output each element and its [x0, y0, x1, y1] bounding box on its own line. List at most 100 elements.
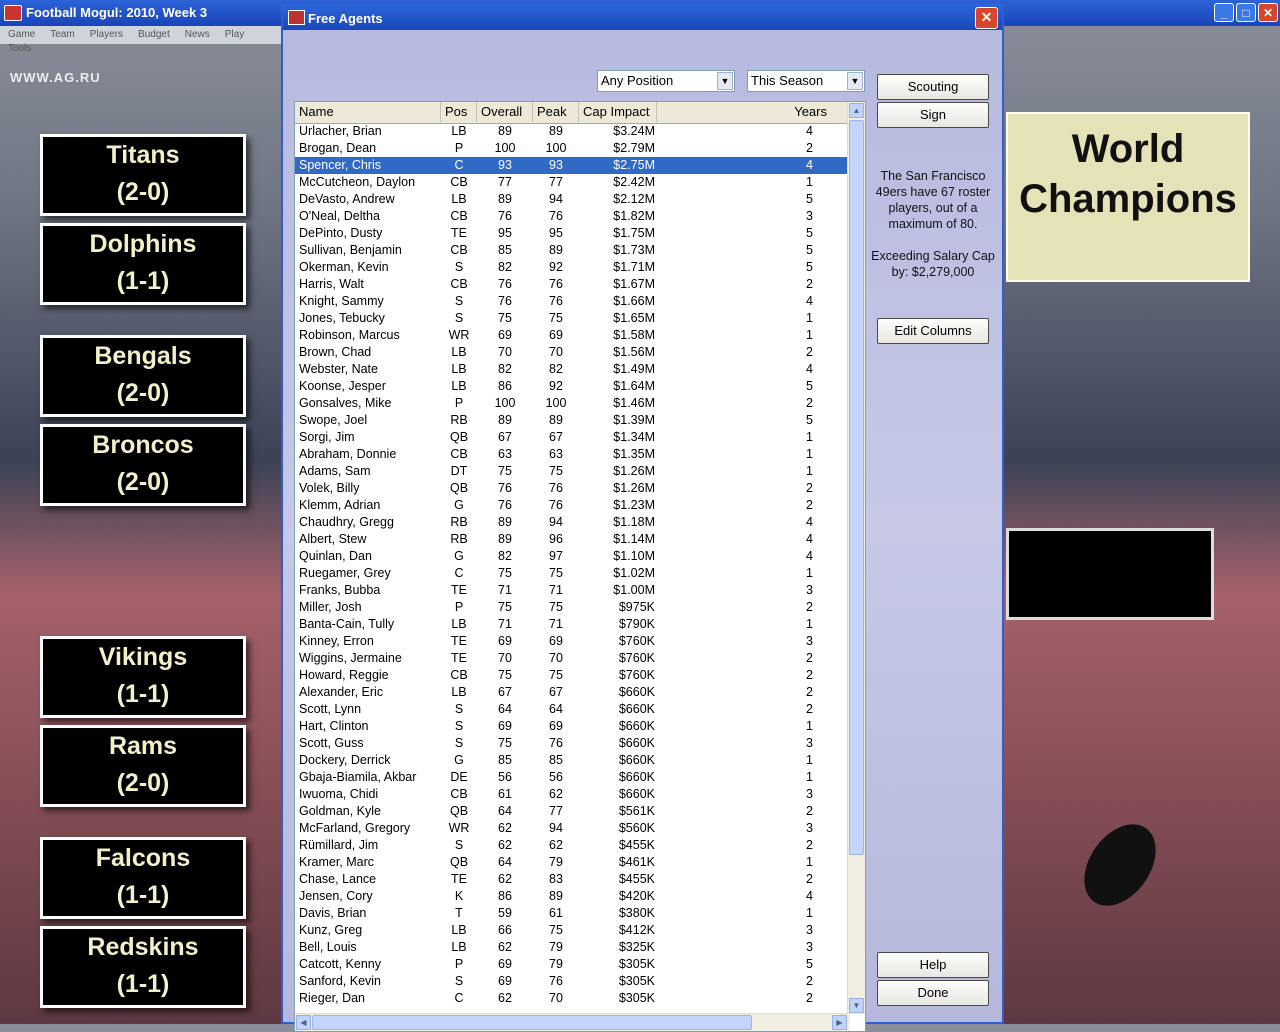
table-row[interactable]: Rieger, Dan C 62 70 $305K 2: [295, 990, 848, 1007]
column-header-overall[interactable]: Overall: [477, 102, 533, 122]
player-cap-impact: $455K: [618, 838, 655, 852]
table-row[interactable]: Quinlan, Dan G 82 97 $1.10M 4: [295, 548, 848, 565]
player-years: 3: [806, 940, 813, 954]
table-row[interactable]: Volek, Billy QB 76 76 $1.26M 2: [295, 480, 848, 497]
table-row[interactable]: Miller, Josh P 75 75 $975K 2: [295, 599, 848, 616]
table-row[interactable]: Gonsalves, Mike P 100 100 $1.46M 2: [295, 395, 848, 412]
table-row[interactable]: Klemm, Adrian G 76 76 $1.23M 2: [295, 497, 848, 514]
table-row[interactable]: O'Neal, Deltha CB 76 76 $1.82M 3: [295, 208, 848, 225]
horizontal-scroll-thumb[interactable]: [312, 1015, 752, 1030]
table-row[interactable]: Banta-Cain, Tully LB 71 71 $790K 1: [295, 616, 848, 633]
table-row[interactable]: Alexander, Eric LB 67 67 $660K 2: [295, 684, 848, 701]
table-row[interactable]: Sullivan, Benjamin CB 85 89 $1.73M 5: [295, 242, 848, 259]
table-row[interactable]: McFarland, Gregory WR 62 94 $560K 3: [295, 820, 848, 837]
scouting-button[interactable]: Scouting: [877, 74, 989, 100]
table-row[interactable]: Rümillard, Jim S 62 62 $455K 2: [295, 837, 848, 854]
table-row[interactable]: Goldman, Kyle QB 64 77 $561K 2: [295, 803, 848, 820]
table-row[interactable]: Albert, Stew RB 89 96 $1.14M 4: [295, 531, 848, 548]
vertical-scroll-thumb[interactable]: [849, 120, 864, 855]
table-row[interactable]: Scott, Guss S 75 76 $660K 3: [295, 735, 848, 752]
menu-players[interactable]: Players: [90, 29, 123, 40]
help-button[interactable]: Help: [877, 952, 989, 978]
table-row[interactable]: Wiggins, Jermaine TE 70 70 $760K 2: [295, 650, 848, 667]
column-header-peak[interactable]: Peak: [533, 102, 579, 122]
menu-game[interactable]: Game: [8, 29, 35, 40]
table-row[interactable]: Robinson, Marcus WR 69 69 $1.58M 1: [295, 327, 848, 344]
table-row[interactable]: Kinney, Erron TE 69 69 $760K 3: [295, 633, 848, 650]
close-window-button[interactable]: ✕: [1258, 3, 1278, 22]
team-card[interactable]: Rams (2-0): [40, 725, 246, 807]
season-filter-select[interactable]: This Season ▼: [747, 70, 865, 92]
minimize-button[interactable]: _: [1214, 3, 1234, 22]
table-row[interactable]: Abraham, Donnie CB 63 63 $1.35M 1: [295, 446, 848, 463]
table-row[interactable]: Harris, Walt CB 76 76 $1.67M 2: [295, 276, 848, 293]
horizontal-scrollbar[interactable]: ◀ ▶: [295, 1013, 850, 1031]
table-row[interactable]: Scott, Lynn S 64 64 $660K 2: [295, 701, 848, 718]
table-row[interactable]: Kramer, Marc QB 64 79 $461K 1: [295, 854, 848, 871]
table-row[interactable]: Koonse, Jesper LB 86 92 $1.64M 5: [295, 378, 848, 395]
maximize-button[interactable]: □: [1236, 3, 1256, 22]
team-card[interactable]: Redskins (1-1): [40, 926, 246, 1008]
table-row[interactable]: Knight, Sammy S 76 76 $1.66M 4: [295, 293, 848, 310]
column-header-cap-impact[interactable]: Cap Impact: [579, 102, 657, 122]
scroll-up-icon[interactable]: ▲: [849, 103, 864, 118]
scroll-right-icon[interactable]: ▶: [832, 1015, 847, 1030]
table-row[interactable]: Gbaja-Biamila, Akbar DE 56 56 $660K 1: [295, 769, 848, 786]
table-row[interactable]: Chaudhry, Gregg RB 89 94 $1.18M 4: [295, 514, 848, 531]
menu-news[interactable]: News: [185, 29, 210, 40]
table-row[interactable]: Ruegamer, Grey C 75 75 $1.02M 1: [295, 565, 848, 582]
edit-columns-button[interactable]: Edit Columns: [877, 318, 989, 344]
chevron-down-icon[interactable]: ▼: [717, 72, 733, 90]
table-row[interactable]: Catcott, Kenny P 69 79 $305K 5: [295, 956, 848, 973]
table-row[interactable]: McCutcheon, Daylon CB 77 77 $2.42M 1: [295, 174, 848, 191]
menu-team[interactable]: Team: [50, 29, 74, 40]
sign-button[interactable]: Sign: [877, 102, 989, 128]
table-row[interactable]: DePinto, Dusty TE 95 95 $1.75M 5: [295, 225, 848, 242]
column-header-name[interactable]: Name: [295, 102, 441, 122]
team-card[interactable]: Broncos (2-0): [40, 424, 246, 506]
table-row[interactable]: Spencer, Chris C 93 93 $2.75M 4: [295, 157, 848, 174]
team-card[interactable]: Bengals (2-0): [40, 335, 246, 417]
table-row[interactable]: DeVasto, Andrew LB 89 94 $2.12M 5: [295, 191, 848, 208]
table-row[interactable]: Brown, Chad LB 70 70 $1.56M 2: [295, 344, 848, 361]
team-card[interactable]: Titans (2-0): [40, 134, 246, 216]
table-row[interactable]: Brogan, Dean P 100 100 $2.79M 2: [295, 140, 848, 157]
team-card[interactable]: Dolphins (1-1): [40, 223, 246, 305]
chevron-down-icon[interactable]: ▼: [847, 72, 863, 90]
table-row[interactable]: Sorgi, Jim QB 67 67 $1.34M 1: [295, 429, 848, 446]
table-row[interactable]: Hart, Clinton S 69 69 $660K 1: [295, 718, 848, 735]
table-row[interactable]: Adams, Sam DT 75 75 $1.26M 1: [295, 463, 848, 480]
table-row[interactable]: Webster, Nate LB 82 82 $1.49M 4: [295, 361, 848, 378]
team-card[interactable]: Vikings (1-1): [40, 636, 246, 718]
position-filter-select[interactable]: Any Position ▼: [597, 70, 735, 92]
team-card[interactable]: Falcons (1-1): [40, 837, 246, 919]
table-row[interactable]: Swope, Joel RB 89 89 $1.39M 5: [295, 412, 848, 429]
menu-tools[interactable]: Tools: [8, 43, 31, 54]
table-row[interactable]: Davis, Brian T 59 61 $380K 1: [295, 905, 848, 922]
player-peak: 96: [549, 532, 563, 546]
scroll-left-icon[interactable]: ◀: [296, 1015, 311, 1030]
table-row[interactable]: Iwuoma, Chidi CB 61 62 $660K 3: [295, 786, 848, 803]
player-cap-impact: $1.58M: [613, 328, 655, 342]
table-row[interactable]: Urlacher, Brian LB 89 89 $3.24M 4: [295, 123, 848, 140]
table-row[interactable]: Howard, Reggie CB 75 75 $760K 2: [295, 667, 848, 684]
menu-budget[interactable]: Budget: [138, 29, 170, 40]
column-header-pos[interactable]: Pos: [441, 102, 477, 122]
table-row[interactable]: Jones, Tebucky S 75 75 $1.65M 1: [295, 310, 848, 327]
table-row[interactable]: Franks, Bubba TE 71 71 $1.00M 3: [295, 582, 848, 599]
table-row[interactable]: Kunz, Greg LB 66 75 $412K 3: [295, 922, 848, 939]
free-agents-table[interactable]: Name Pos Overall Peak Cap Impact Years U…: [294, 101, 866, 1032]
dialog-close-button[interactable]: ✕: [975, 7, 998, 29]
done-button[interactable]: Done: [877, 980, 989, 1006]
table-row[interactable]: Sanford, Kevin S 69 76 $305K 2: [295, 973, 848, 990]
table-row[interactable]: Chase, Lance TE 62 83 $455K 2: [295, 871, 848, 888]
table-row[interactable]: Jensen, Cory K 86 89 $420K 4: [295, 888, 848, 905]
scroll-down-icon[interactable]: ▼: [849, 998, 864, 1013]
menu-play[interactable]: Play: [225, 29, 244, 40]
table-row[interactable]: Bell, Louis LB 62 79 $325K 3: [295, 939, 848, 956]
player-position: RB: [450, 532, 468, 546]
vertical-scrollbar[interactable]: ▲ ▼: [847, 102, 865, 1014]
table-row[interactable]: Okerman, Kevin S 82 92 $1.71M 5: [295, 259, 848, 276]
table-row[interactable]: Dockery, Derrick G 85 85 $660K 1: [295, 752, 848, 769]
column-header-years[interactable]: Years: [657, 102, 848, 122]
